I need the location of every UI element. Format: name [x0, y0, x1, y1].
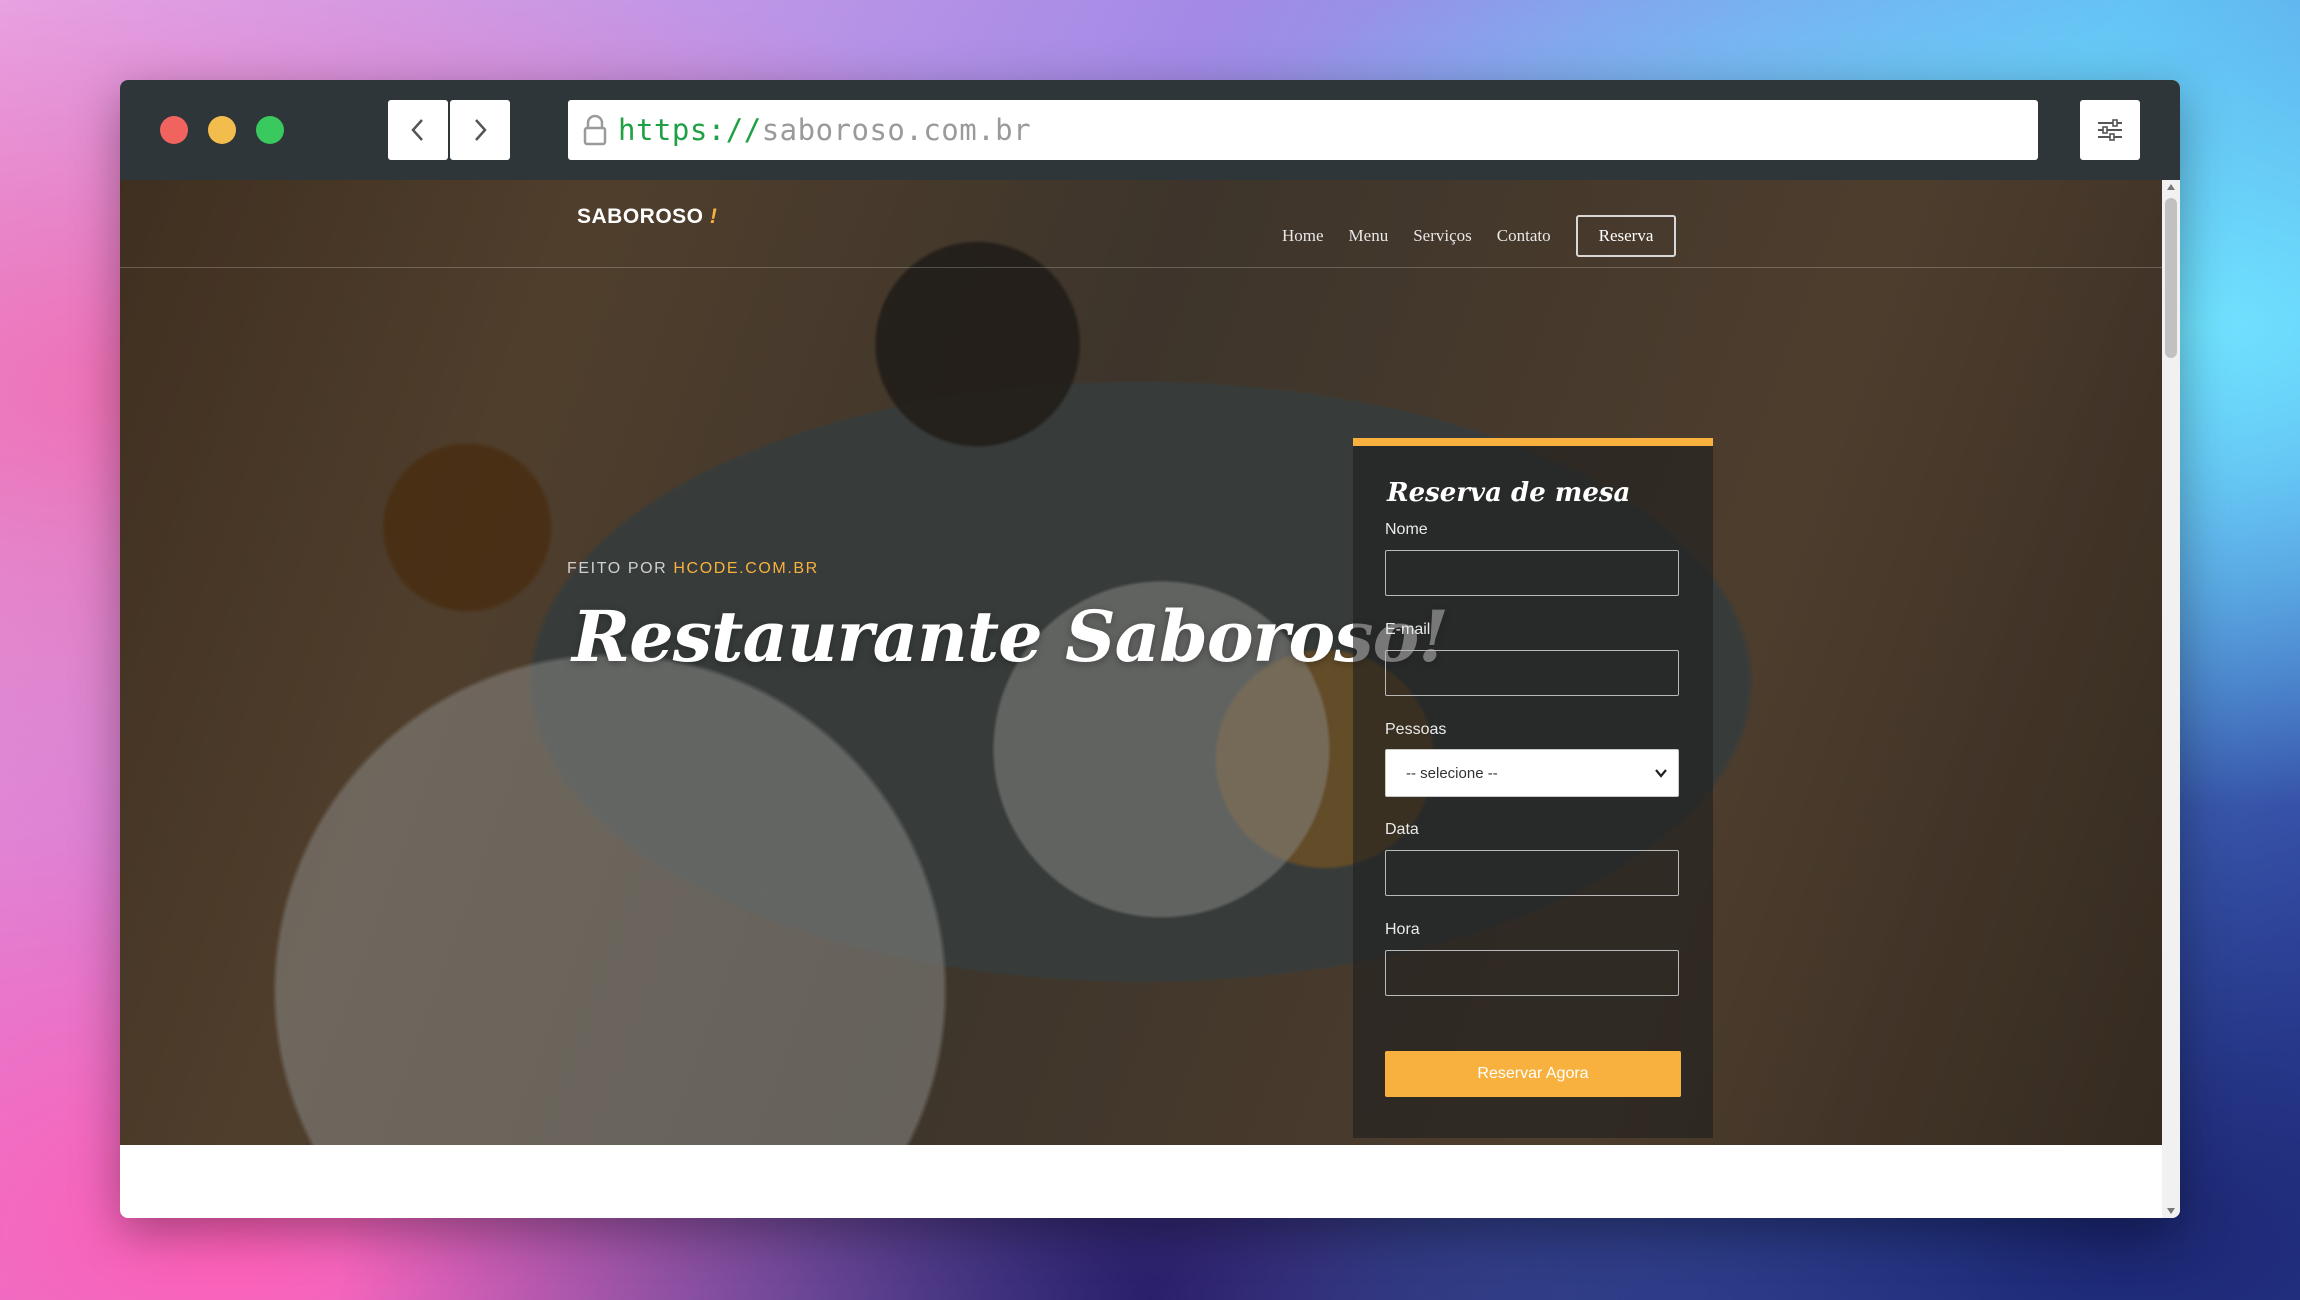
main-nav: Home Menu Serviços Contato Reserva — [1282, 215, 1677, 257]
back-arrow-icon — [411, 119, 423, 141]
lock-icon — [583, 114, 607, 146]
email-input[interactable] — [1385, 650, 1679, 696]
brand-name: SABOROSO — [577, 205, 704, 228]
name-input[interactable] — [1385, 550, 1679, 596]
made-by-link[interactable]: HCODE.COM.BR — [673, 560, 818, 577]
nav-servicos[interactable]: Serviços — [1413, 226, 1472, 246]
nav-home[interactable]: Home — [1282, 226, 1324, 246]
url-text: https://saboroso.com.br — [618, 113, 1031, 147]
date-label: Data — [1385, 821, 1419, 838]
browser-toolbar: https://saboroso.com.br — [120, 80, 2180, 180]
made-by-prefix: FEITO POR — [567, 560, 668, 577]
browser-window: https://saboroso.com.br SABOROSO ! Home … — [120, 80, 2180, 1218]
people-select-value: -- selecione -- — [1406, 764, 1498, 782]
time-input[interactable] — [1385, 950, 1679, 996]
nav-divider — [120, 267, 2162, 268]
name-label: Nome — [1385, 521, 1428, 538]
minimize-window-button[interactable] — [208, 116, 236, 144]
scrollbar-thumb[interactable] — [2165, 198, 2177, 358]
forward-button[interactable] — [450, 100, 510, 160]
sliders-icon — [2098, 119, 2122, 141]
reserve-now-button[interactable]: Reservar Agora — [1385, 1051, 1681, 1097]
people-label: Pessoas — [1385, 721, 1447, 738]
reservation-form: Reserva de mesa Nome E-mail Pessoas -- s… — [1353, 438, 1713, 1138]
scroll-up-icon[interactable] — [2167, 184, 2175, 190]
forward-arrow-icon — [475, 119, 487, 141]
chevron-down-icon — [1655, 769, 1667, 778]
time-label: Hora — [1385, 921, 1420, 938]
page-hero: SABOROSO ! Home Menu Serviços Contato Re… — [120, 180, 2162, 1145]
maximize-window-button[interactable] — [256, 116, 284, 144]
nav-contato[interactable]: Contato — [1497, 226, 1551, 246]
made-by-line: FEITO POR HCODE.COM.BR — [567, 560, 819, 578]
close-window-button[interactable] — [160, 116, 188, 144]
hero-title: Restaurante Saboroso! — [572, 595, 1449, 678]
date-input[interactable] — [1385, 850, 1679, 896]
nav-menu[interactable]: Menu — [1349, 226, 1389, 246]
scroll-down-icon[interactable] — [2167, 1208, 2175, 1214]
brand-mark: ! — [709, 205, 718, 228]
url-protocol: https:// — [618, 113, 762, 147]
people-select[interactable]: -- selecione -- — [1385, 749, 1679, 797]
settings-button[interactable] — [2080, 100, 2140, 160]
reserve-nav-button[interactable]: Reserva — [1575, 215, 1677, 257]
form-title: Reserva de mesa — [1387, 478, 1631, 508]
url-host: saboroso.com.br — [761, 113, 1032, 147]
address-bar[interactable]: https://saboroso.com.br — [568, 100, 2038, 160]
back-button[interactable] — [388, 100, 448, 160]
email-label: E-mail — [1385, 621, 1431, 638]
site-logo[interactable]: SABOROSO ! — [577, 205, 717, 229]
